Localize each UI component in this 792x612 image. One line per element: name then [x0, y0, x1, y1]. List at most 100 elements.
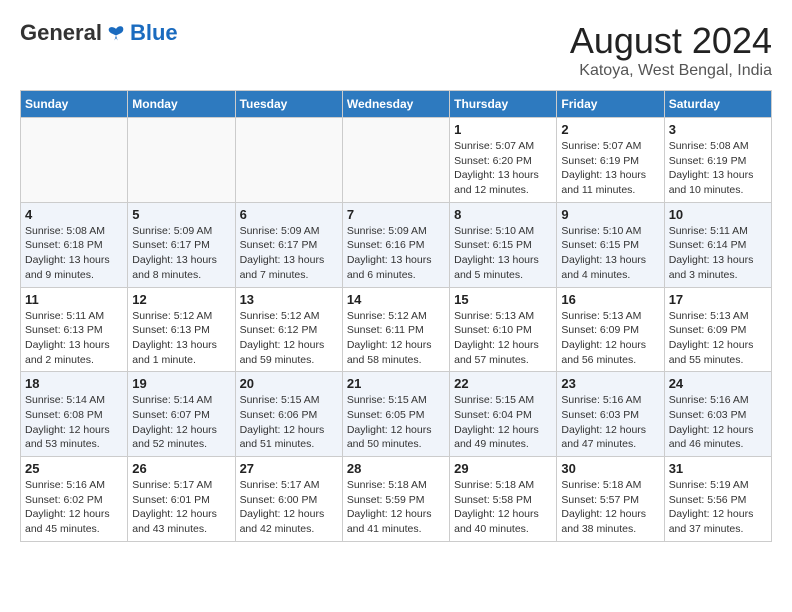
day-info: Sunrise: 5:13 AM Sunset: 6:09 PM Dayligh… [669, 309, 767, 368]
calendar-cell [342, 118, 449, 203]
day-number: 26 [132, 461, 230, 476]
day-info: Sunrise: 5:09 AM Sunset: 6:17 PM Dayligh… [132, 224, 230, 283]
calendar-cell: 5 Sunrise: 5:09 AM Sunset: 6:17 PM Daylig… [128, 202, 235, 287]
day-number: 19 [132, 376, 230, 391]
calendar-cell [128, 118, 235, 203]
day-info: Sunrise: 5:12 AM Sunset: 6:11 PM Dayligh… [347, 309, 445, 368]
day-number: 30 [561, 461, 659, 476]
title-block: August 2024 Katoya, West Bengal, India [570, 20, 772, 80]
calendar-cell: 3Sunrise: 5:08 AM Sunset: 6:19 PM Daylig… [664, 118, 771, 203]
weekday-header-wednesday: Wednesday [342, 91, 449, 118]
calendar-cell: 28Sunrise: 5:18 AM Sunset: 5:59 PM Dayli… [342, 457, 449, 542]
day-info: Sunrise: 5:18 AM Sunset: 5:57 PM Dayligh… [561, 478, 659, 537]
day-number: 27 [240, 461, 338, 476]
day-info: Sunrise: 5:14 AM Sunset: 6:07 PM Dayligh… [132, 393, 230, 452]
calendar-cell: 2 Sunrise: 5:07 AM Sunset: 6:19 PM Daylig… [557, 118, 664, 203]
day-info: Sunrise: 5:15 AM Sunset: 6:04 PM Dayligh… [454, 393, 552, 452]
day-number: 23 [561, 376, 659, 391]
day-number: 14 [347, 292, 445, 307]
day-info: Sunrise: 5:14 AM Sunset: 6:08 PM Dayligh… [25, 393, 123, 452]
calendar-cell: 14 Sunrise: 5:12 AM Sunset: 6:11 PM Dayli… [342, 287, 449, 372]
day-number: 2 [561, 122, 659, 137]
weekday-header-friday: Friday [557, 91, 664, 118]
weekday-header-row: SundayMondayTuesdayWednesdayThursdayFrid… [21, 91, 772, 118]
day-info: Sunrise: 5:17 AM Sunset: 6:01 PM Dayligh… [132, 478, 230, 537]
day-number: 22 [454, 376, 552, 391]
calendar-cell: 1 Sunrise: 5:07 AM Sunset: 6:20 PM Daylig… [450, 118, 557, 203]
day-info: Sunrise: 5:09 AM Sunset: 6:16 PM Dayligh… [347, 224, 445, 283]
calendar-cell: 7 Sunrise: 5:09 AM Sunset: 6:16 PM Daylig… [342, 202, 449, 287]
logo-general: General [20, 20, 102, 46]
day-info: Sunrise: 5:16 AM Sunset: 6:03 PM Dayligh… [669, 393, 767, 452]
calendar-cell: 27 Sunrise: 5:17 AM Sunset: 6:00 PM Dayli… [235, 457, 342, 542]
weekday-header-sunday: Sunday [21, 91, 128, 118]
calendar-cell: 11Sunrise: 5:11 AM Sunset: 6:13 PM Dayli… [21, 287, 128, 372]
calendar-cell: 26 Sunrise: 5:17 AM Sunset: 6:01 PM Dayli… [128, 457, 235, 542]
day-info: Sunrise: 5:12 AM Sunset: 6:13 PM Dayligh… [132, 309, 230, 368]
calendar-week-row: 25 Sunrise: 5:16 AM Sunset: 6:02 PM Dayli… [21, 457, 772, 542]
day-number: 3 [669, 122, 767, 137]
day-info: Sunrise: 5:13 AM Sunset: 6:09 PM Dayligh… [561, 309, 659, 368]
day-number: 29 [454, 461, 552, 476]
day-number: 17 [669, 292, 767, 307]
calendar-cell: 20 Sunrise: 5:15 AM Sunset: 6:06 PM Dayli… [235, 372, 342, 457]
calendar-cell: 22 Sunrise: 5:15 AM Sunset: 6:04 PM Dayli… [450, 372, 557, 457]
weekday-header-tuesday: Tuesday [235, 91, 342, 118]
month-title: August 2024 [570, 20, 772, 62]
day-info: Sunrise: 5:16 AM Sunset: 6:03 PM Dayligh… [561, 393, 659, 452]
calendar-cell: 13Sunrise: 5:12 AM Sunset: 6:12 PM Dayli… [235, 287, 342, 372]
day-info: Sunrise: 5:19 AM Sunset: 5:56 PM Dayligh… [669, 478, 767, 537]
calendar-cell: 4 Sunrise: 5:08 AM Sunset: 6:18 PM Daylig… [21, 202, 128, 287]
calendar-cell [235, 118, 342, 203]
day-number: 11 [25, 292, 123, 307]
day-number: 20 [240, 376, 338, 391]
calendar-week-row: 18Sunrise: 5:14 AM Sunset: 6:08 PM Dayli… [21, 372, 772, 457]
day-info: Sunrise: 5:16 AM Sunset: 6:02 PM Dayligh… [25, 478, 123, 537]
day-number: 1 [454, 122, 552, 137]
day-number: 12 [132, 292, 230, 307]
day-number: 10 [669, 207, 767, 222]
calendar-table: SundayMondayTuesdayWednesdayThursdayFrid… [20, 90, 772, 542]
logo-bird-icon [106, 23, 126, 43]
day-number: 16 [561, 292, 659, 307]
logo: General Blue [20, 20, 178, 46]
day-info: Sunrise: 5:13 AM Sunset: 6:10 PM Dayligh… [454, 309, 552, 368]
calendar-cell: 21 Sunrise: 5:15 AM Sunset: 6:05 PM Dayli… [342, 372, 449, 457]
day-info: Sunrise: 5:18 AM Sunset: 5:58 PM Dayligh… [454, 478, 552, 537]
day-info: Sunrise: 5:18 AM Sunset: 5:59 PM Dayligh… [347, 478, 445, 537]
calendar-cell: 9Sunrise: 5:10 AM Sunset: 6:15 PM Daylig… [557, 202, 664, 287]
day-number: 7 [347, 207, 445, 222]
day-number: 4 [25, 207, 123, 222]
calendar-week-row: 4 Sunrise: 5:08 AM Sunset: 6:18 PM Daylig… [21, 202, 772, 287]
calendar-cell: 15Sunrise: 5:13 AM Sunset: 6:10 PM Dayli… [450, 287, 557, 372]
day-info: Sunrise: 5:07 AM Sunset: 6:19 PM Dayligh… [561, 139, 659, 198]
day-info: Sunrise: 5:15 AM Sunset: 6:06 PM Dayligh… [240, 393, 338, 452]
calendar-week-row: 11Sunrise: 5:11 AM Sunset: 6:13 PM Dayli… [21, 287, 772, 372]
calendar-cell: 17 Sunrise: 5:13 AM Sunset: 6:09 PM Dayli… [664, 287, 771, 372]
calendar-cell: 30 Sunrise: 5:18 AM Sunset: 5:57 PM Dayli… [557, 457, 664, 542]
day-number: 9 [561, 207, 659, 222]
calendar-cell: 12 Sunrise: 5:12 AM Sunset: 6:13 PM Dayli… [128, 287, 235, 372]
calendar-cell: 29 Sunrise: 5:18 AM Sunset: 5:58 PM Dayli… [450, 457, 557, 542]
day-number: 24 [669, 376, 767, 391]
day-info: Sunrise: 5:08 AM Sunset: 6:18 PM Dayligh… [25, 224, 123, 283]
calendar-cell: 6Sunrise: 5:09 AM Sunset: 6:17 PM Daylig… [235, 202, 342, 287]
day-info: Sunrise: 5:17 AM Sunset: 6:00 PM Dayligh… [240, 478, 338, 537]
weekday-header-saturday: Saturday [664, 91, 771, 118]
day-info: Sunrise: 5:11 AM Sunset: 6:14 PM Dayligh… [669, 224, 767, 283]
day-info: Sunrise: 5:07 AM Sunset: 6:20 PM Dayligh… [454, 139, 552, 198]
weekday-header-monday: Monday [128, 91, 235, 118]
calendar-cell: 18Sunrise: 5:14 AM Sunset: 6:08 PM Dayli… [21, 372, 128, 457]
calendar-cell: 25 Sunrise: 5:16 AM Sunset: 6:02 PM Dayli… [21, 457, 128, 542]
page-header: General Blue August 2024 Katoya, West Be… [20, 20, 772, 80]
day-number: 25 [25, 461, 123, 476]
logo-blue: Blue [130, 20, 178, 46]
calendar-cell: 23 Sunrise: 5:16 AM Sunset: 6:03 PM Dayli… [557, 372, 664, 457]
calendar-cell [21, 118, 128, 203]
day-info: Sunrise: 5:10 AM Sunset: 6:15 PM Dayligh… [454, 224, 552, 283]
day-number: 5 [132, 207, 230, 222]
day-info: Sunrise: 5:15 AM Sunset: 6:05 PM Dayligh… [347, 393, 445, 452]
day-number: 8 [454, 207, 552, 222]
calendar-cell: 16 Sunrise: 5:13 AM Sunset: 6:09 PM Dayli… [557, 287, 664, 372]
day-number: 21 [347, 376, 445, 391]
